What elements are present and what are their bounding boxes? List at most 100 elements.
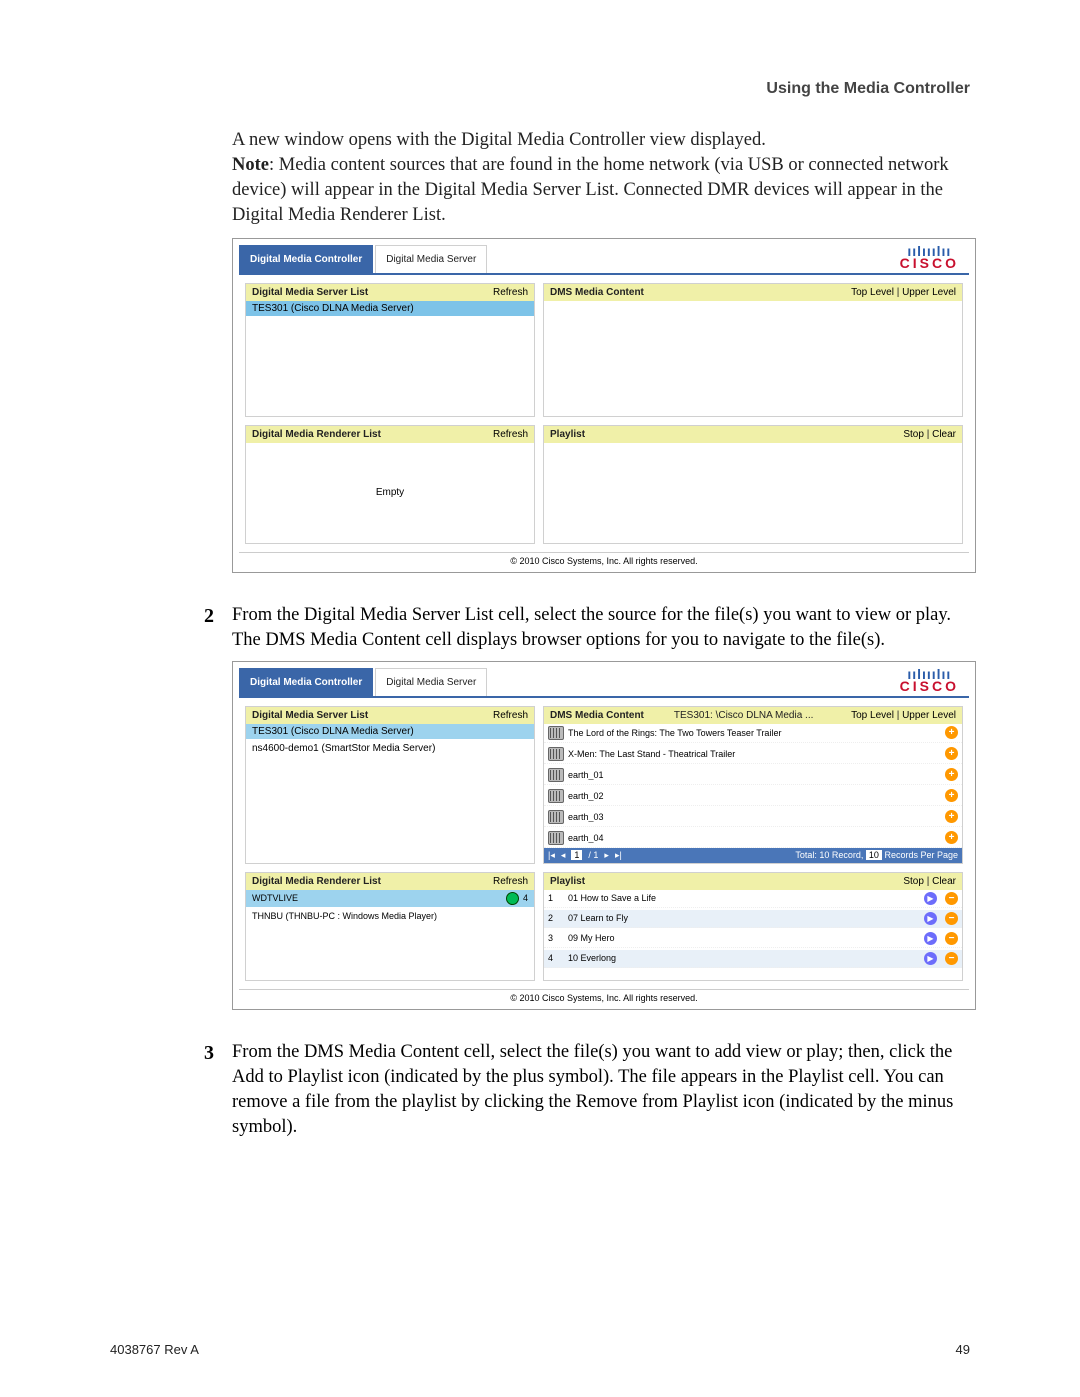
dmr-refresh-link[interactable]: Refresh [493,429,528,440]
movie-icon [548,747,564,761]
tab-dms[interactable]: Digital Media Server [375,245,487,273]
file-row[interactable]: X-Men: The Last Stand - Theatrical Trail… [544,745,962,764]
pager-of: / 1 [588,850,598,860]
cisco-text: CISCO [900,255,959,271]
cisco-bars-icon: ıılııılıı [900,670,959,678]
remove-from-playlist-icon[interactable]: − [945,932,958,945]
dms-content-cell: DMS Media Content TES301: \Cisco DLNA Me… [543,706,963,864]
add-to-playlist-icon[interactable]: + [945,768,958,781]
playlist-title: Playlist [550,876,585,887]
file-row[interactable]: earth_01 + [544,766,962,785]
pager-first-icon[interactable]: |◂ [548,850,555,861]
file-name: earth_03 [568,812,941,822]
play-icon[interactable]: ▶ [924,952,937,965]
step-number-3: 3 [110,1040,214,1140]
stop-link[interactable]: Stop [903,876,924,887]
upper-level-link[interactable]: Upper Level [902,287,956,298]
footer-rev: 4038767 Rev A [110,1342,199,1357]
dmr-row[interactable]: WDTVLIVE4 [246,890,534,907]
pager-next-icon[interactable]: ▸ [604,850,609,861]
note-label: Note [232,155,269,175]
add-to-playlist-icon[interactable]: + [945,726,958,739]
movie-icon [548,789,564,803]
dms-server-list-cell: Digital Media Server List Refresh TES301… [245,706,535,864]
dms-content-title: DMS Media Content [550,287,644,298]
dmr-list-cell: Digital Media Renderer List Refresh WDTV… [245,872,535,981]
copyright-text: © 2010 Cisco Systems, Inc. All rights re… [239,552,969,566]
file-row[interactable]: earth_02 + [544,787,962,806]
step-number-2: 2 [110,603,214,653]
intro-paragraph: A new window opens with the Digital Medi… [232,128,970,228]
play-icon[interactable]: ▶ [924,892,937,905]
playlist-name: 07 Learn to Fly [568,913,916,923]
top-level-link[interactable]: Top Level [851,287,894,298]
playing-indicator-icon [506,892,519,905]
dms-content-title: DMS Media Content [550,710,644,721]
screenshot-2: Digital Media Controller Digital Media S… [232,661,976,1010]
file-name: earth_01 [568,770,941,780]
file-row[interactable]: earth_04 + [544,829,962,848]
clear-link[interactable]: Clear [932,876,956,887]
footer-page: 49 [956,1342,970,1357]
playlist-row[interactable]: 1 01 How to Save a Life ▶ − [544,890,962,908]
play-icon[interactable]: ▶ [924,912,937,925]
tab-dms[interactable]: Digital Media Server [375,668,487,696]
section-heading: Using the Media Controller [110,80,970,98]
remove-from-playlist-icon[interactable]: − [945,912,958,925]
tab-dmc[interactable]: Digital Media Controller [239,668,373,696]
dmr-row[interactable]: THNBU (THNBU-PC : Windows Media Player) [246,909,534,923]
pager-bar: |◂ ◂ 1 / 1 ▸ ▸| Total: 10 Record, 10 Rec… [544,848,962,863]
dmr-name: THNBU (THNBU-PC : Windows Media Player) [252,911,528,921]
tab-dmc[interactable]: Digital Media Controller [239,245,373,273]
cisco-text: CISCO [900,678,959,694]
dms-list-title: Digital Media Server List [252,287,368,298]
playlist-row[interactable]: 4 10 Everlong ▶ − [544,950,962,968]
add-to-playlist-icon[interactable]: + [945,789,958,802]
dmr-refresh-link[interactable]: Refresh [493,876,528,887]
file-name: The Lord of the Rings: The Two Towers Te… [568,728,941,738]
screenshot-1: Digital Media Controller Digital Media S… [232,238,976,573]
note-body: : Media content sources that are found i… [232,155,949,225]
playlist-row[interactable]: 3 09 My Hero ▶ − [544,930,962,948]
stop-link[interactable]: Stop [903,429,924,440]
playlist-name: 01 How to Save a Life [568,893,916,903]
playlist-title: Playlist [550,429,585,440]
add-to-playlist-icon[interactable]: + [945,810,958,823]
dmr-list-title: Digital Media Renderer List [252,876,381,887]
step-text-2: From the Digital Media Server List cell,… [232,603,970,653]
server-row-0[interactable]: TES301 (Cisco DLNA Media Server) [246,724,534,739]
add-to-playlist-icon[interactable]: + [945,747,958,760]
movie-icon [548,726,564,740]
pager-page[interactable]: 1 [571,850,582,860]
dmr-list-title: Digital Media Renderer List [252,429,381,440]
file-name: X-Men: The Last Stand - Theatrical Trail… [568,749,941,759]
cisco-logo: ıılııılıı CISCO [900,670,969,694]
pager-rpp-label: Records Per Page [884,850,958,860]
dms-content-cell: DMS Media Content Top Level | Upper Leve… [543,283,963,417]
playlist-cell: Playlist Stop | Clear [543,425,963,544]
file-name: earth_04 [568,833,941,843]
remove-from-playlist-icon[interactable]: − [945,952,958,965]
playlist-index: 3 [548,933,560,943]
pager-perpage[interactable]: 10 [866,850,882,860]
pager-prev-icon[interactable]: ◂ [561,850,566,861]
remove-from-playlist-icon[interactable]: − [945,892,958,905]
file-row[interactable]: earth_03 + [544,808,962,827]
clear-link[interactable]: Clear [932,429,956,440]
server-row-1[interactable]: ns4600-demo1 (SmartStor Media Server) [246,741,534,756]
file-name: earth_02 [568,791,941,801]
playlist-row[interactable]: 2 07 Learn to Fly ▶ − [544,910,962,928]
file-row[interactable]: The Lord of the Rings: The Two Towers Te… [544,724,962,743]
play-icon[interactable]: ▶ [924,932,937,945]
pager-last-icon[interactable]: ▸| [615,850,622,861]
upper-level-link[interactable]: Upper Level [902,710,956,721]
tab-bar: Digital Media Controller Digital Media S… [239,245,969,273]
tab-bar: Digital Media Controller Digital Media S… [239,668,969,696]
add-to-playlist-icon[interactable]: + [945,831,958,844]
refresh-link[interactable]: Refresh [493,710,528,721]
dmr-list-cell: Digital Media Renderer List Refresh Empt… [245,425,535,544]
server-row-tes301[interactable]: TES301 (Cisco DLNA Media Server) [246,301,534,316]
playlist-index: 1 [548,893,560,903]
top-level-link[interactable]: Top Level [851,710,894,721]
refresh-link[interactable]: Refresh [493,287,528,298]
